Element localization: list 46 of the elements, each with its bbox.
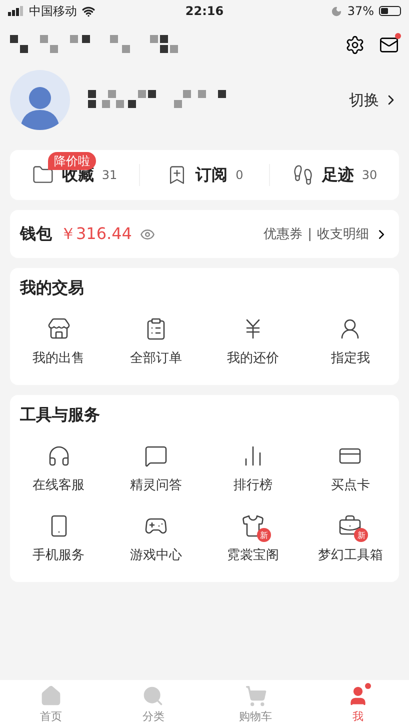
eye-icon [140, 226, 155, 242]
menu-item[interactable]: 新 霓裳宝阁 [204, 506, 302, 576]
wallet-amount: ￥316.44 [60, 224, 132, 244]
menu-item[interactable]: 买点卡 [302, 436, 399, 506]
menu-item[interactable]: 我的出售 [10, 309, 108, 379]
menu-item[interactable]: 新 梦幻工具箱 [302, 506, 399, 576]
shortcut-button[interactable]: 订阅 0 [166, 164, 244, 186]
new-badge: 新 [257, 528, 272, 542]
mail-button[interactable] [379, 35, 399, 55]
moon-icon [331, 6, 342, 16]
clock: 22:16 [185, 4, 224, 18]
cart-icon [244, 684, 267, 706]
section-title: 工具与服务 [19, 404, 101, 426]
menu-item[interactable]: 排行榜 [204, 436, 302, 506]
transactions-link[interactable]: 收支明细 [317, 225, 369, 243]
menu-item[interactable]: 手机服务 [10, 506, 108, 576]
headset-icon [46, 444, 71, 468]
search-icon [142, 684, 164, 706]
tab[interactable]: 首页 [0, 680, 102, 728]
menu-item[interactable]: 我的还价 [204, 309, 302, 379]
footprints-icon [292, 164, 314, 186]
wallet-label: 钱包 [20, 224, 52, 244]
store-icon [46, 317, 71, 341]
shortcut-button[interactable]: 足迹 30 [292, 164, 378, 186]
menu-item[interactable]: 在线客服 [10, 436, 108, 506]
question-bubble-icon [144, 444, 168, 468]
coupon-link[interactable]: 优惠券 [264, 225, 303, 243]
menu-item[interactable]: 游戏中心 [107, 506, 204, 576]
section-title: 我的交易 [18, 277, 85, 299]
battery-icon [379, 6, 402, 16]
folder-icon [32, 164, 54, 186]
menu-item[interactable]: 指定我 [302, 309, 399, 379]
tab[interactable]: 我 [306, 680, 409, 728]
battery-percent: 37% [347, 4, 374, 18]
tab[interactable]: 分类 [102, 680, 204, 728]
menu-item[interactable]: 全部订单 [107, 309, 204, 379]
new-badge: 新 [354, 528, 368, 542]
tab[interactable]: 购物车 [204, 680, 307, 728]
signal-icon [8, 6, 24, 16]
wifi-icon [82, 4, 95, 18]
switch-account-button[interactable]: 切换 [349, 90, 399, 110]
separator: | [308, 226, 312, 242]
carrier-name: 中国移动 [29, 2, 77, 20]
menu-item[interactable]: 精灵问答 [107, 436, 204, 506]
settings-button[interactable] [345, 35, 365, 55]
home-icon [40, 684, 62, 706]
